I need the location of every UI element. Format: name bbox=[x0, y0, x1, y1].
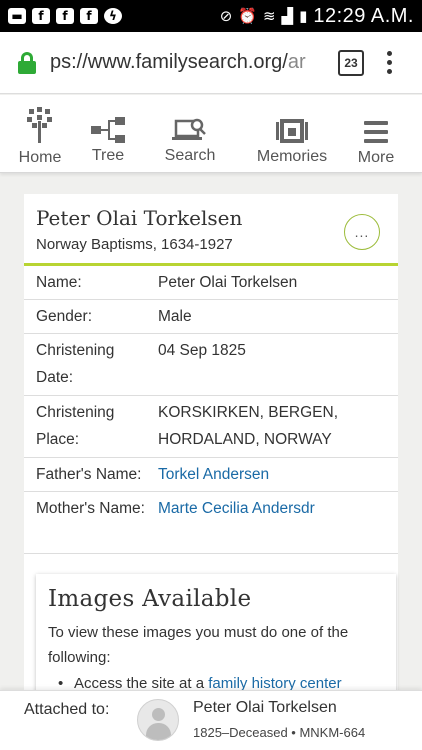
father-link[interactable]: Torkel Andersen bbox=[158, 461, 394, 488]
mute-icon: ⊘ bbox=[219, 7, 233, 25]
search-laptop-icon bbox=[172, 103, 208, 143]
url-field[interactable]: ps://www.familysearch.org/ar bbox=[50, 51, 324, 74]
lock-icon bbox=[18, 51, 36, 74]
nav-memories-label: Memories bbox=[256, 148, 328, 165]
facebook-icon: f bbox=[56, 8, 74, 24]
attached-person-name[interactable]: Peter Olai Torkelsen bbox=[193, 699, 337, 717]
avatar[interactable] bbox=[137, 699, 179, 741]
nav-memories[interactable]: Memories bbox=[250, 95, 334, 173]
record-collection[interactable]: Norway Baptisms, 1634-1927 bbox=[36, 236, 398, 253]
browser-menu-icon[interactable] bbox=[386, 51, 392, 74]
clock: 12:29 A.M. bbox=[313, 4, 414, 27]
field-value: 04 Sep 1825 bbox=[158, 342, 246, 359]
field-label: Name: bbox=[36, 274, 82, 291]
nav-search-label: Search bbox=[164, 147, 216, 164]
person-silhouette-icon bbox=[152, 708, 165, 721]
wifi-icon: ≋ bbox=[262, 7, 276, 25]
tab-switcher-button[interactable]: 23 bbox=[338, 49, 364, 76]
facebook-icon: f bbox=[32, 8, 50, 24]
field-row-gender: Gender: Male bbox=[24, 300, 398, 334]
battery-icon: ▮ bbox=[299, 7, 308, 25]
attached-to-bar: Attached to: Peter Olai Torkelsen 1825–D… bbox=[0, 690, 422, 750]
pedigree-icon bbox=[91, 103, 125, 143]
photo-icon bbox=[276, 103, 308, 143]
url-host: ps://www.familysearch.org/ bbox=[50, 51, 288, 73]
field-row-mother: Mother's Name: Marte Cecilia Andersdr bbox=[24, 492, 398, 554]
images-text: To view these images you must do one of … bbox=[48, 624, 349, 666]
field-row-christening-place: Christening Place: KORSKIRKEN, BERGEN, H… bbox=[24, 396, 398, 458]
nav-home-label: Home bbox=[18, 149, 62, 166]
notification-icons: ▬ f f f ϟ bbox=[8, 8, 122, 24]
message-icon: ▬ bbox=[8, 8, 26, 24]
alarm-icon: ⏰ bbox=[238, 7, 257, 25]
field-label: Mother's Name: bbox=[36, 500, 145, 517]
field-row-name: Name: Peter Olai Torkelsen bbox=[24, 266, 398, 300]
signal-icon: ▟ bbox=[281, 7, 294, 25]
field-row-father: Father's Name: Torkel Andersen bbox=[24, 458, 398, 492]
system-status: ⊘ ⏰ ≋ ▟ ▮ 12:29 A.M. bbox=[220, 5, 414, 28]
nav-more[interactable]: More bbox=[354, 95, 398, 173]
nav-tree[interactable]: Tree bbox=[86, 95, 130, 173]
facebook-icon: f bbox=[80, 8, 98, 24]
nav-more-label: More bbox=[357, 149, 395, 166]
field-value: Male bbox=[158, 308, 192, 325]
attached-person-meta: 1825–Deceased • MNKM-664 bbox=[193, 725, 366, 740]
main-nav: Home Tree Search Memories More bbox=[0, 95, 422, 173]
field-row-christening-date: Christening Date: 04 Sep 1825 bbox=[24, 334, 398, 396]
field-value: KORSKIRKEN, BERGEN, HORDALAND, NORWAY bbox=[158, 404, 339, 448]
status-bar: ▬ f f f ϟ ⊘ ⏰ ≋ ▟ ▮ 12:29 A.M. bbox=[0, 0, 422, 32]
url-path: ar bbox=[287, 51, 306, 73]
attached-label: Attached to: bbox=[24, 701, 110, 718]
images-title: Images Available bbox=[48, 586, 252, 612]
mother-link[interactable]: Marte Cecilia Andersdr bbox=[158, 495, 394, 522]
field-label: Christening Date: bbox=[36, 342, 115, 386]
browser-url-bar: ps://www.familysearch.org/ar 23 bbox=[0, 32, 422, 94]
field-label: Christening Place: bbox=[36, 404, 115, 448]
nav-home[interactable]: Home bbox=[14, 95, 66, 173]
hamburger-icon bbox=[364, 103, 388, 143]
nav-search[interactable]: Search bbox=[160, 95, 220, 173]
field-value: Peter Olai Torkelsen bbox=[158, 274, 298, 291]
field-label: Gender: bbox=[36, 308, 93, 325]
messenger-icon: ϟ bbox=[104, 8, 122, 24]
record-header: Peter Olai Torkelsen Norway Baptisms, 16… bbox=[24, 194, 398, 266]
field-label: Father's Name: bbox=[36, 466, 142, 483]
more-options-button[interactable]: ... bbox=[344, 214, 380, 250]
nav-tree-label: Tree bbox=[91, 147, 125, 164]
tree-home-icon bbox=[27, 103, 53, 143]
